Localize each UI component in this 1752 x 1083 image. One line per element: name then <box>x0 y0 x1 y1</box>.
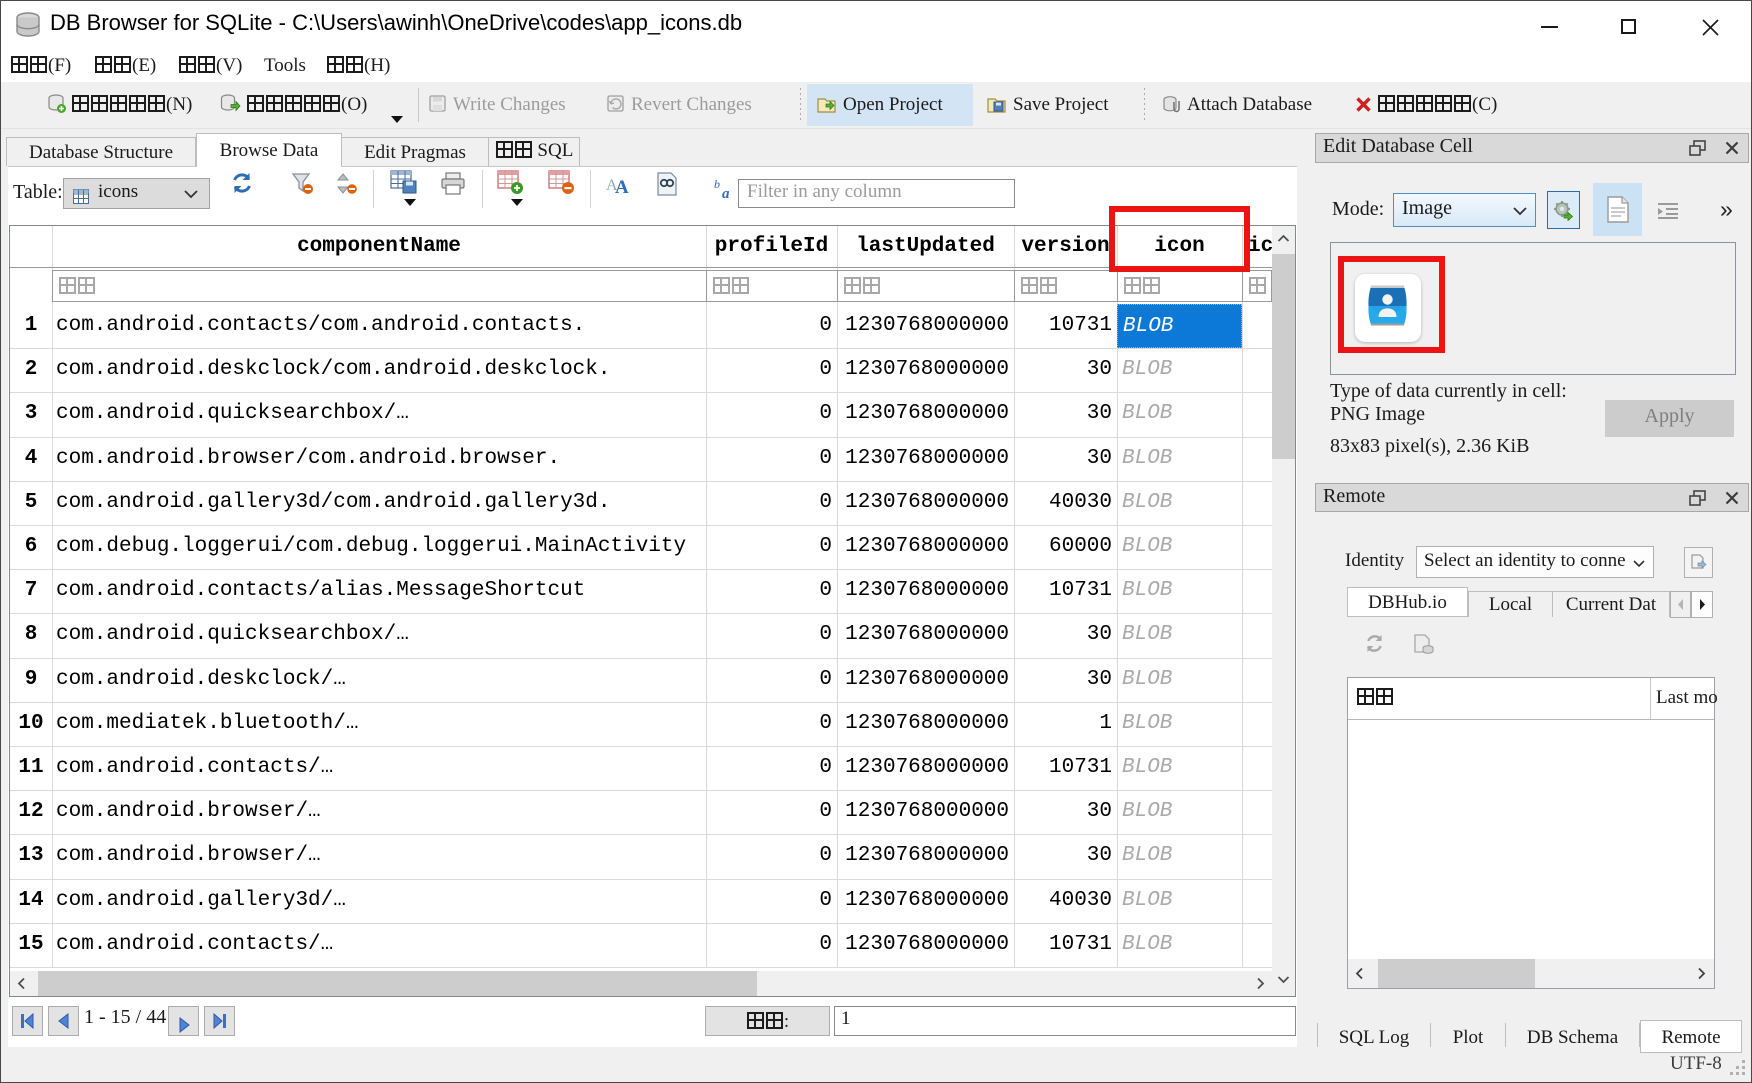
svg-text:a: a <box>722 186 730 200</box>
svg-text:b: b <box>714 178 720 191</box>
svg-text:A: A <box>615 177 629 195</box>
